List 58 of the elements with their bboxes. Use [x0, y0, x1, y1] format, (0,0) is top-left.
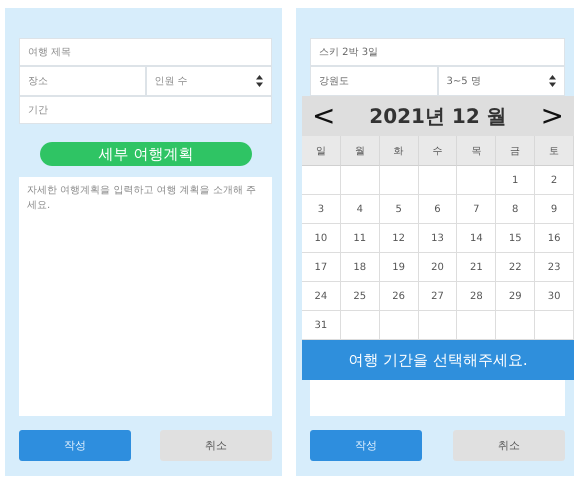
next-month-button[interactable]: > [540, 102, 564, 130]
title-field[interactable]: 여행 제목 [19, 38, 272, 66]
weekday-label: 토 [535, 136, 574, 166]
title-field[interactable]: 스키 2박 3일 [310, 38, 565, 66]
weekday-label: 수 [418, 136, 458, 166]
day-cell[interactable]: 25 [340, 282, 380, 311]
period-message: 여행 기간을 선택해주세요. [302, 340, 574, 380]
empty-day-cell [302, 166, 341, 195]
day-cell[interactable]: 2 [535, 166, 574, 195]
day-cell[interactable]: 22 [496, 253, 536, 282]
weekday-label: 월 [340, 136, 380, 166]
period-field[interactable]: 기간 [19, 96, 272, 124]
day-cell[interactable]: 1 [496, 166, 536, 195]
cancel-button[interactable]: 취소 [453, 430, 565, 461]
weekday-label: 금 [496, 136, 536, 166]
day-cell[interactable]: 28 [457, 282, 496, 311]
day-cell[interactable]: 5 [380, 195, 419, 224]
day-cell[interactable]: 23 [535, 253, 574, 282]
day-cell[interactable]: 24 [302, 282, 341, 311]
day-cell[interactable]: 14 [457, 224, 496, 253]
day-cell[interactable]: 3 [302, 195, 341, 224]
day-cell[interactable]: 9 [535, 195, 574, 224]
empty-day-cell [457, 166, 496, 195]
day-cell[interactable]: 19 [380, 253, 419, 282]
weekday-label: 화 [380, 136, 419, 166]
description-field[interactable]: 자세한 여행계획을 입력하고 여행 계획을 소개해 주세요. [19, 177, 272, 416]
previous-month-button[interactable]: < [312, 102, 336, 130]
location-field[interactable]: 강원도 [310, 66, 438, 96]
weekday-label: 목 [457, 136, 496, 166]
day-cell[interactable]: 30 [535, 282, 574, 311]
day-cell[interactable]: 12 [380, 224, 419, 253]
day-cell[interactable]: 8 [496, 195, 536, 224]
day-cell[interactable]: 20 [418, 253, 458, 282]
day-cell[interactable]: 13 [418, 224, 458, 253]
weekday-label: 일 [302, 136, 341, 166]
people-select[interactable]: 3~5 명 [438, 66, 565, 96]
empty-day-cell [418, 166, 458, 195]
day-cell[interactable]: 6 [418, 195, 458, 224]
empty-day-cell [340, 166, 380, 195]
location-field[interactable]: 장소 [19, 66, 146, 96]
spinner-icon [256, 75, 263, 87]
day-cell[interactable]: 29 [496, 282, 536, 311]
day-cell[interactable]: 15 [496, 224, 536, 253]
day-cell[interactable]: 11 [340, 224, 380, 253]
day-cell[interactable]: 16 [535, 224, 574, 253]
day-cell[interactable]: 17 [302, 253, 341, 282]
cancel-button[interactable]: 취소 [160, 430, 272, 461]
day-cell[interactable]: 27 [418, 282, 458, 311]
people-select[interactable]: 인원 수 [146, 66, 272, 96]
day-cell[interactable]: 26 [380, 282, 419, 311]
day-cell[interactable]: 4 [340, 195, 380, 224]
spinner-icon [549, 75, 556, 87]
day-cell[interactable]: 21 [457, 253, 496, 282]
day-cell[interactable]: 7 [457, 195, 496, 224]
day-cell[interactable]: 10 [302, 224, 341, 253]
month-title: 2021년 12 월 [369, 102, 507, 130]
day-cell[interactable]: 18 [340, 253, 380, 282]
empty-day-cell [380, 166, 419, 195]
